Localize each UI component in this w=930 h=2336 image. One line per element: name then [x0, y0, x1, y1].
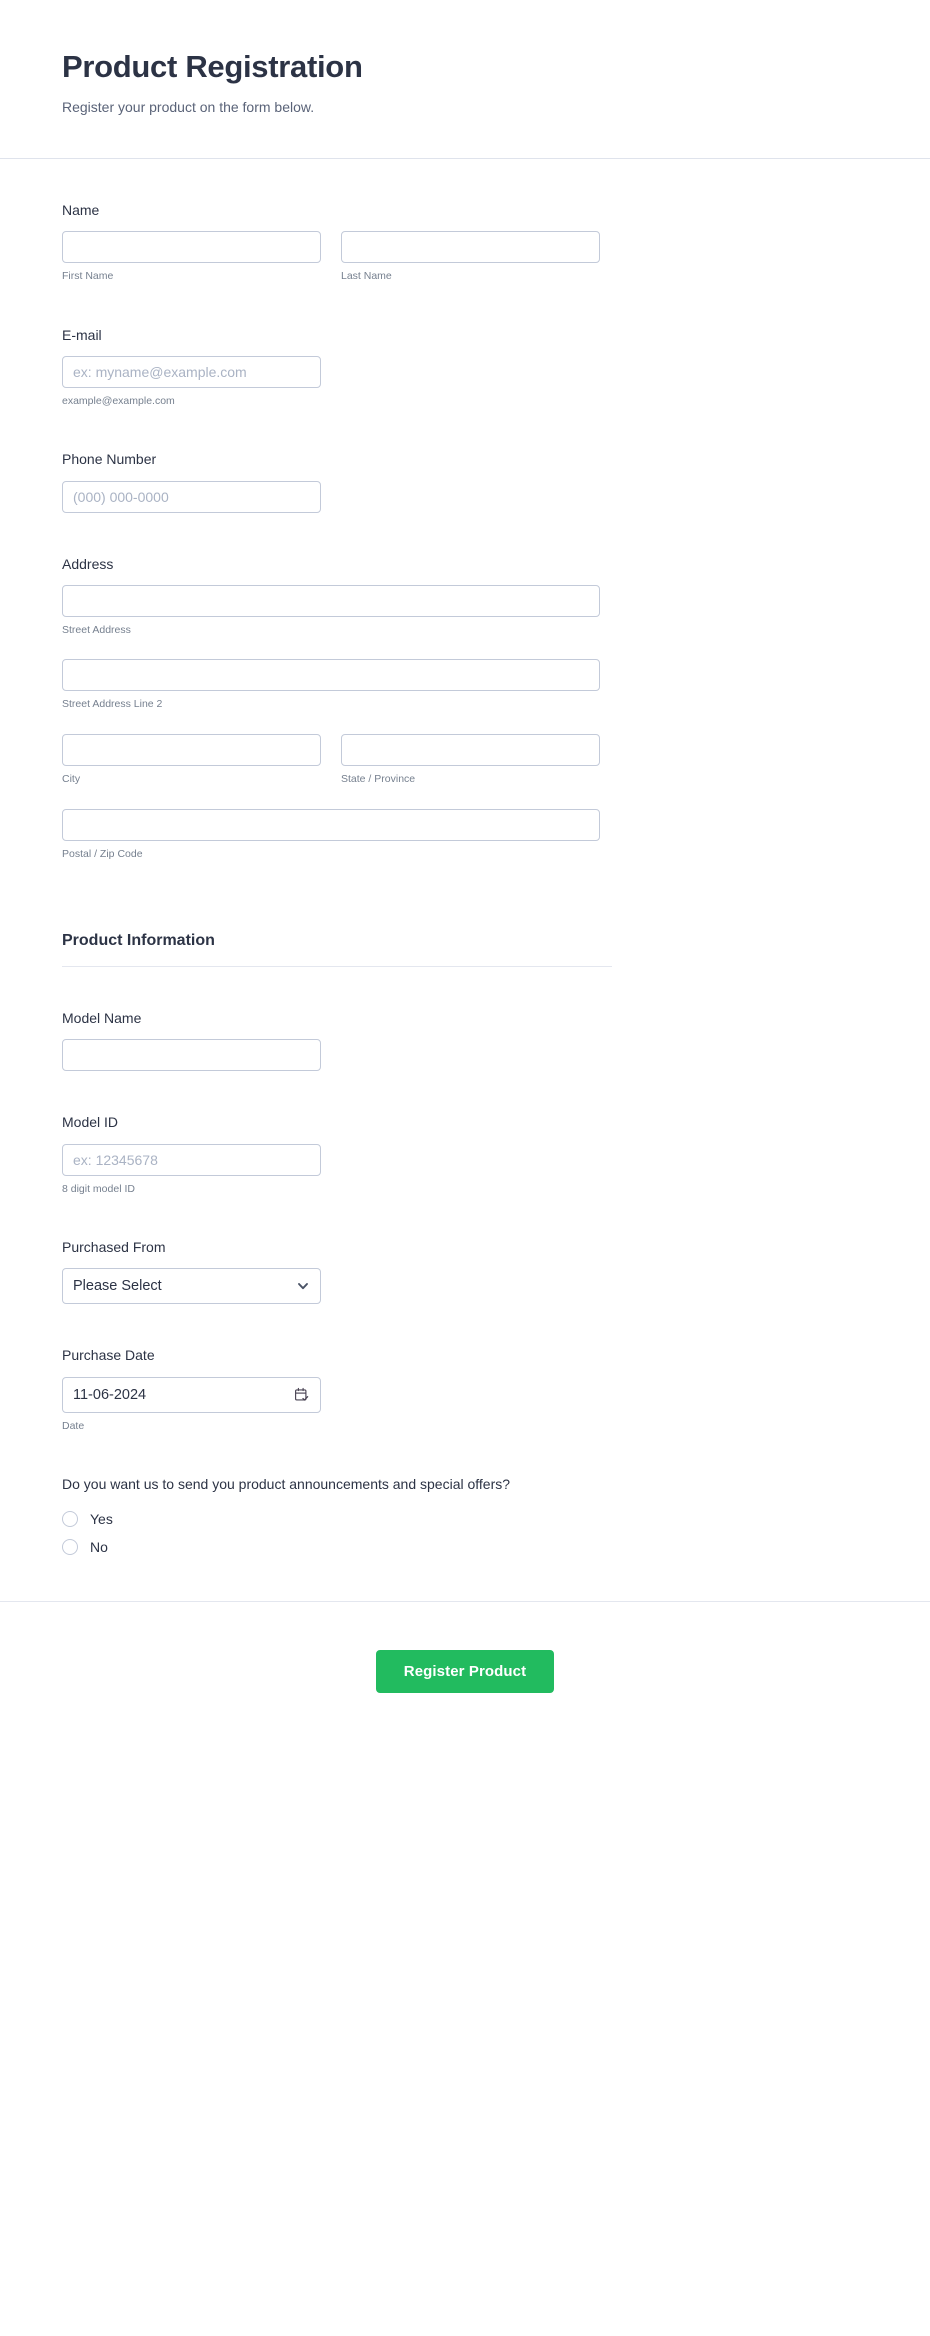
product-registration-page: Product Registration Register your produ…: [0, 0, 930, 2336]
postal-zip-input[interactable]: [62, 808, 600, 841]
street-address-2-group: Street Address Line 2: [62, 659, 600, 712]
street-address-group: Street Address: [62, 584, 600, 638]
purchased-from-select[interactable]: Please Select: [62, 1268, 321, 1305]
email-sublabel: example@example.com: [62, 394, 175, 407]
purchase-date-value: 11-06-2024: [73, 1386, 147, 1403]
last-name-sublabel: Last Name: [341, 269, 392, 282]
radio-label-no: No: [90, 1538, 108, 1555]
field-address: Address Street Address Street Address Li…: [62, 513, 868, 862]
field-label-model-id: Model ID: [62, 1114, 119, 1131]
model-id-group: 8 digit model ID: [62, 1143, 321, 1197]
radio-circle-yes-icon[interactable]: [62, 1510, 78, 1527]
radio-option-yes[interactable]: Yes: [62, 1510, 868, 1527]
street-address-input[interactable]: [62, 584, 600, 617]
street-address-2-input[interactable]: [62, 659, 600, 692]
phone-group: [62, 480, 321, 513]
street-address-sublabel: Street Address: [62, 623, 131, 636]
field-label-address: Address: [62, 555, 114, 572]
first-name-sublabel: First Name: [62, 269, 114, 282]
field-email: E-mail example@example.com: [62, 284, 868, 409]
field-name: Name First Name Last Name: [62, 159, 868, 284]
email-input[interactable]: [62, 355, 321, 388]
radio-label-yes: Yes: [90, 1510, 113, 1527]
state-province-input[interactable]: [341, 734, 600, 767]
field-label-phone: Phone Number: [62, 451, 157, 468]
phone-input[interactable]: [62, 480, 321, 513]
purchased-from-selected-value: Please Select: [73, 1278, 162, 1295]
field-label-email: E-mail: [62, 326, 102, 343]
name-row: First Name Last Name: [62, 230, 868, 284]
postal-zip-sublabel: Postal / Zip Code: [62, 847, 143, 860]
register-product-button[interactable]: Register Product: [375, 1649, 555, 1693]
model-name-group: [62, 1039, 321, 1072]
purchase-date-sublabel: Date: [62, 1419, 85, 1432]
section-title-product-information: Product Information: [62, 932, 215, 950]
field-label-name: Name: [62, 201, 100, 218]
purchased-from-group: Please Select: [62, 1268, 321, 1305]
first-name-group: First Name: [62, 230, 321, 284]
field-label-purchased-from: Purchased From: [62, 1239, 166, 1256]
field-model-name: Model Name: [62, 967, 868, 1072]
state-province-sublabel: State / Province: [341, 773, 416, 786]
field-purchase-date: Purchase Date 11-06-2024 Date: [62, 1304, 868, 1433]
field-phone: Phone Number: [62, 408, 868, 513]
model-id-sublabel: 8 digit model ID: [62, 1182, 135, 1195]
field-label-purchase-date: Purchase Date: [62, 1347, 155, 1364]
section-product-information: Product Information: [62, 861, 868, 968]
announcements-question: Do you want us to send you product annou…: [62, 1476, 511, 1493]
field-announcements: Do you want us to send you product annou…: [62, 1433, 868, 1555]
form-footer: Register Product: [0, 1600, 930, 1753]
city-group: City: [62, 734, 321, 787]
radio-option-no[interactable]: No: [62, 1538, 868, 1555]
first-name-input[interactable]: [62, 230, 321, 263]
email-group: example@example.com: [62, 355, 321, 409]
radio-circle-no-icon[interactable]: [62, 1538, 78, 1555]
field-purchased-from: Purchased From Please Select: [62, 1196, 868, 1305]
postal-group: Postal / Zip Code: [62, 808, 600, 862]
calendar-check-icon[interactable]: [294, 1387, 310, 1403]
form-header: Product Registration Register your produ…: [0, 0, 930, 159]
street-address-2-sublabel: Street Address Line 2: [62, 698, 163, 711]
purchase-date-input[interactable]: 11-06-2024: [62, 1376, 321, 1413]
city-state-row: City State / Province: [62, 734, 868, 787]
last-name-input[interactable]: [341, 230, 600, 263]
model-id-input[interactable]: [62, 1143, 321, 1176]
field-label-model-name: Model Name: [62, 1010, 142, 1027]
city-sublabel: City: [62, 773, 81, 786]
model-name-input[interactable]: [62, 1039, 321, 1072]
page-subtitle: Register your product on the form below.: [62, 99, 315, 116]
last-name-group: Last Name: [341, 230, 600, 284]
chevron-down-icon: [296, 1279, 310, 1293]
city-input[interactable]: [62, 734, 321, 767]
field-model-id: Model ID 8 digit model ID: [62, 1071, 868, 1196]
page-title: Product Registration: [62, 49, 363, 84]
form-body: Name First Name Last Name E-mail example…: [0, 159, 930, 1555]
state-group: State / Province: [341, 734, 600, 787]
purchase-date-group: 11-06-2024 Date: [62, 1376, 321, 1434]
